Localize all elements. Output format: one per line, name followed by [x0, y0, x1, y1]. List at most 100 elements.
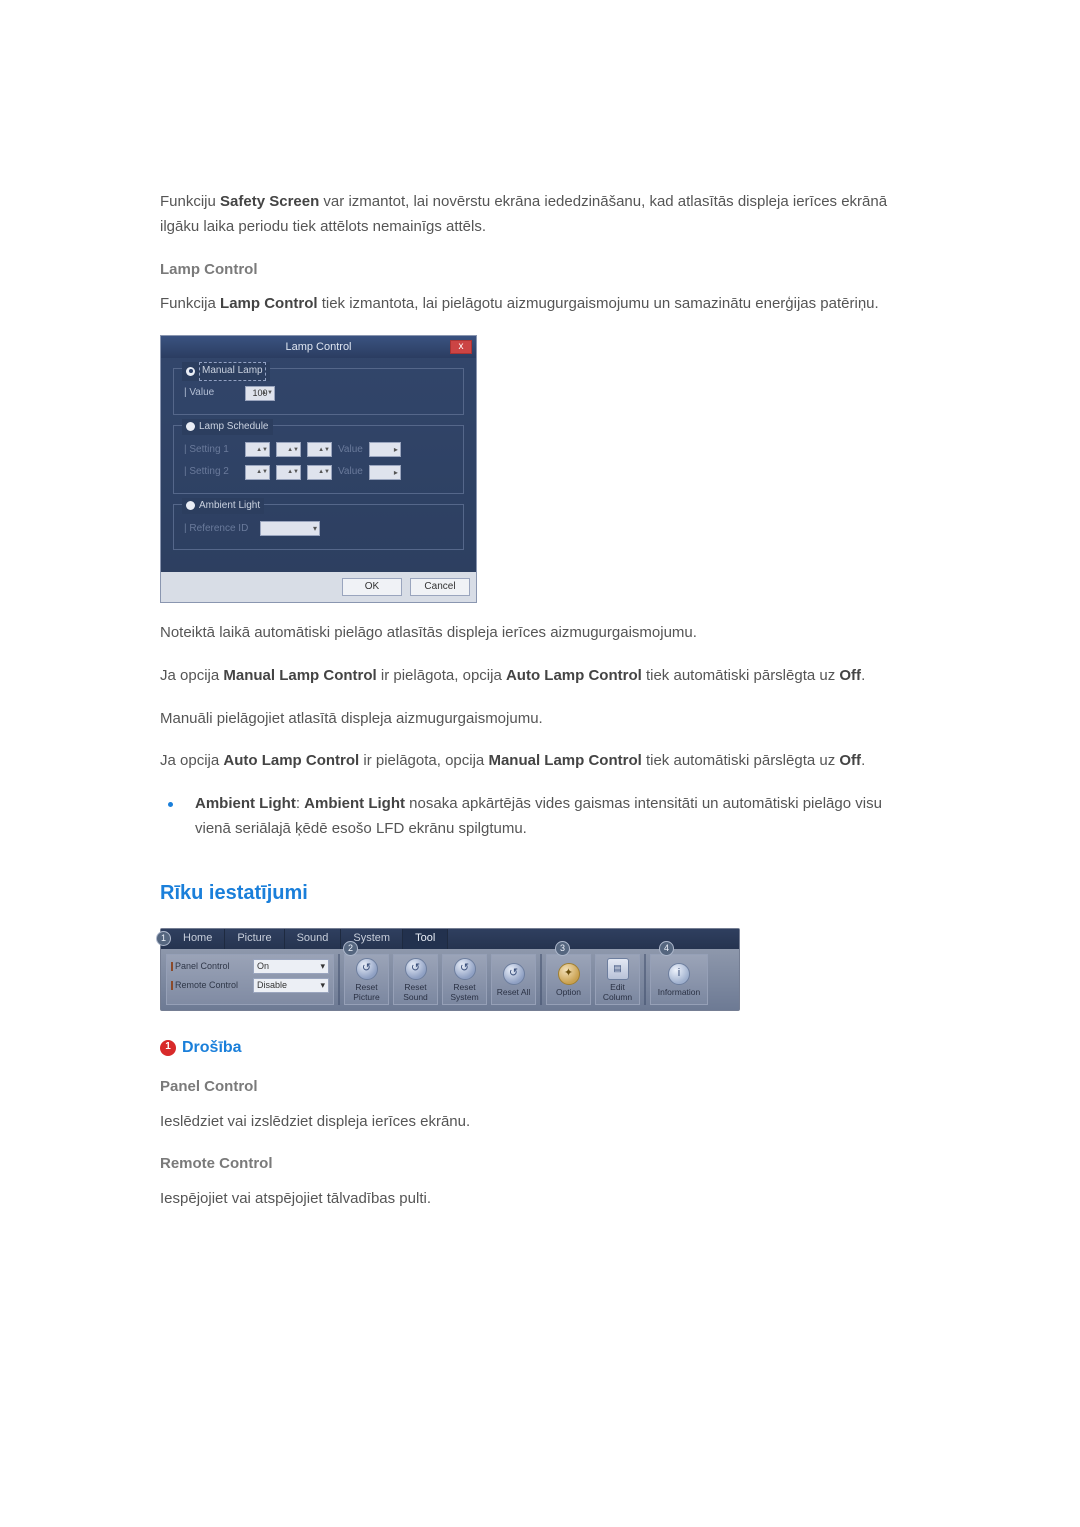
value-combo[interactable]: ▸ [369, 442, 401, 457]
btn-label: Information [658, 987, 701, 997]
hour-spinner[interactable]: ▲▼ [245, 465, 270, 480]
text: Ja opcija [160, 667, 223, 684]
remote-control-label: Remote Control [171, 978, 249, 993]
divider [540, 954, 542, 1005]
reset-icon: ↺ [454, 958, 476, 980]
panel-control-para: Ieslēdziet vai izslēdziet displeja ierīc… [160, 1110, 920, 1135]
divider [644, 954, 646, 1005]
lamp-control-para: Funkcija Lamp Control tiek izmantota, la… [160, 292, 920, 317]
text: ir pielāgota, opcija [359, 752, 488, 769]
spinner-arrows-icon[interactable]: ▲▼ [261, 390, 273, 396]
ambient-light-label: Ambient Light [199, 498, 260, 515]
value-spinner[interactable]: 100 ▲▼ [245, 386, 275, 401]
tab-label: System [353, 929, 390, 947]
manual-auto-para: Ja opcija Manual Lamp Control ir pielāgo… [160, 664, 920, 689]
term: Auto Lamp Control [223, 752, 359, 769]
reset-all-button[interactable]: ↺Reset All [491, 954, 536, 1005]
chevron-down-icon: ▾ [320, 978, 325, 993]
reset-sound-button[interactable]: ↺Reset Sound [393, 954, 438, 1005]
value-label: | Value [184, 385, 239, 402]
term: Auto Lamp Control [506, 667, 642, 684]
reset-picture-button[interactable]: ↺Reset Picture [344, 954, 389, 1005]
auto-manual-para: Ja opcija Auto Lamp Control ir pielāgota… [160, 749, 920, 774]
btn-label: Reset System [443, 982, 486, 1002]
text: tiek izmantota, lai pielāgotu aizmugurga… [318, 295, 879, 312]
hour-spinner[interactable]: ▲▼ [245, 442, 270, 457]
spinner-arrows-icon: ▲▼ [256, 447, 268, 453]
auto-adjust-para: Noteiktā laikā automātiski pielāgo atlas… [160, 621, 920, 646]
minute-spinner[interactable]: ▲▼ [276, 465, 301, 480]
tab-sound[interactable]: Sound [285, 929, 342, 949]
group-legend[interactable]: Ambient Light [182, 498, 264, 515]
close-button[interactable]: x [450, 340, 472, 354]
reference-combo[interactable]: ▾ [260, 521, 320, 536]
tab-label: Home [183, 929, 212, 947]
btn-label: Reset Picture [345, 982, 388, 1002]
btn-label: Edit Column [596, 982, 639, 1002]
info-section: i Information [650, 954, 708, 1005]
text: Funkcija [160, 295, 220, 312]
info-icon: i [668, 963, 690, 985]
lamp-schedule-label: Lamp Schedule [199, 419, 269, 436]
ambient-light-group: Ambient Light | Reference ID ▾ [173, 504, 464, 551]
ampm-spinner[interactable]: ▲▼ [307, 465, 332, 480]
security-heading: 1 Drošība [160, 1035, 920, 1061]
term: Manual Lamp Control [488, 752, 641, 769]
value-combo[interactable]: ▸ [369, 465, 401, 480]
panel-control-heading: Panel Control [160, 1075, 920, 1100]
panel-control-select[interactable]: On ▾ [253, 959, 329, 974]
bar-icon [171, 962, 173, 971]
reset-icon: ↺ [356, 958, 378, 980]
tab-home[interactable]: 1 Home [161, 929, 225, 949]
option-section: ✦Option ▤Edit Column [546, 954, 640, 1005]
spinner-arrows-icon: ▲▼ [318, 469, 330, 475]
control-section: Panel Control On ▾ Remote Control Disable… [166, 954, 334, 1005]
term: Manual Lamp Control [223, 667, 376, 684]
spinner-arrows-icon: ▲▼ [287, 447, 299, 453]
remote-control-select[interactable]: Disable▾ [253, 978, 329, 993]
cancel-button[interactable]: Cancel [410, 578, 470, 596]
edit-column-button[interactable]: ▤Edit Column [595, 954, 640, 1005]
bullet-icon [168, 802, 173, 807]
gear-icon: ✦ [558, 963, 580, 985]
tab-tool[interactable]: Tool [403, 929, 448, 949]
setting2-label: | Setting 2 [184, 464, 239, 481]
minute-spinner[interactable]: ▲▼ [276, 442, 301, 457]
dialog-body: Manual Lamp | Value 100 ▲▼ Lamp Schedule… [161, 358, 476, 572]
dialog-titlebar: Lamp Control x [161, 336, 476, 358]
text: Panel Control [175, 961, 230, 971]
heading-text: Drošība [182, 1035, 242, 1061]
chevron-down-icon: ▾ [320, 959, 325, 974]
toolbar: 1 Home Picture Sound System Tool 2 3 4 P… [160, 928, 740, 1011]
dialog-title: Lamp Control [285, 338, 351, 356]
spinner-arrows-icon: ▲▼ [256, 469, 268, 475]
setting1-label: | Setting 1 [184, 442, 239, 459]
radio-off-icon[interactable] [186, 501, 195, 510]
tab-picture[interactable]: Picture [225, 929, 284, 949]
reset-system-button[interactable]: ↺Reset System [442, 954, 487, 1005]
tabstrip: 1 Home Picture Sound System Tool [161, 929, 739, 949]
ampm-spinner[interactable]: ▲▼ [307, 442, 332, 457]
tab-label: Tool [415, 929, 435, 947]
radio-on-icon[interactable] [186, 367, 195, 376]
badge-4: 4 [659, 941, 674, 956]
number-badge: 1 [160, 1040, 176, 1056]
ok-button[interactable]: OK [342, 578, 402, 596]
remote-control-heading: Remote Control [160, 1152, 920, 1177]
panel-control-field: Panel Control On ▾ [171, 959, 329, 974]
information-button[interactable]: i Information [650, 954, 708, 1005]
radio-off-icon[interactable] [186, 422, 195, 431]
dialog-footer: OK Cancel [161, 572, 476, 602]
text: Funkciju [160, 193, 220, 210]
group-legend[interactable]: Lamp Schedule [182, 419, 273, 436]
reference-row: | Reference ID ▾ [184, 521, 453, 538]
term: Off [839, 752, 861, 769]
divider [338, 954, 340, 1005]
option-button[interactable]: ✦Option [546, 954, 591, 1005]
text: Remote Control [175, 980, 238, 990]
value-row: | Value 100 ▲▼ [184, 385, 453, 402]
text: tiek automātiski pārslēgta uz [642, 752, 840, 769]
panel-control-label: Panel Control [171, 959, 249, 974]
select-value: On [257, 959, 269, 974]
group-legend[interactable]: Manual Lamp [182, 362, 270, 381]
